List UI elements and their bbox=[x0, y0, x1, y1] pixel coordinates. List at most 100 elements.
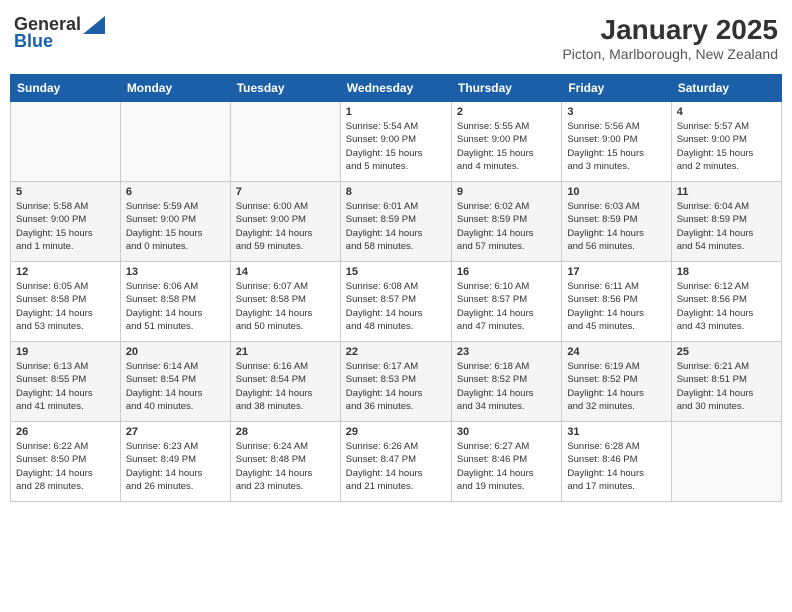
page-header: General Blue January 2025 Picton, Marlbo… bbox=[10, 10, 782, 66]
day-info: Sunrise: 6:04 AMSunset: 8:59 PMDaylight:… bbox=[677, 200, 776, 253]
day-number: 25 bbox=[677, 346, 776, 358]
calendar-day-cell: 18 Sunrise: 6:12 AMSunset: 8:56 PMDayligh… bbox=[671, 262, 781, 342]
day-info: Sunrise: 6:12 AMSunset: 8:56 PMDaylight:… bbox=[677, 280, 776, 333]
calendar-week-row: 1 Sunrise: 5:54 AMSunset: 9:00 PMDaylight… bbox=[11, 102, 782, 182]
day-info: Sunrise: 5:56 AMSunset: 9:00 PMDaylight:… bbox=[567, 120, 665, 173]
calendar-day-cell: 31 Sunrise: 6:28 AMSunset: 8:46 PMDayligh… bbox=[562, 422, 671, 502]
day-info: Sunrise: 6:11 AMSunset: 8:56 PMDaylight:… bbox=[567, 280, 665, 333]
calendar-day-cell: 19Sunrise: 6:13 AMSunset: 8:55 PMDayligh… bbox=[11, 342, 121, 422]
logo-icon bbox=[83, 16, 105, 34]
day-number: 27 bbox=[126, 426, 225, 438]
day-info: Sunrise: 6:26 AMSunset: 8:47 PMDaylight:… bbox=[346, 440, 446, 493]
day-info: Sunrise: 5:55 AMSunset: 9:00 PMDaylight:… bbox=[457, 120, 556, 173]
day-number: 4 bbox=[677, 106, 776, 118]
day-number: 28 bbox=[236, 426, 335, 438]
day-info: Sunrise: 6:16 AMSunset: 8:54 PMDaylight:… bbox=[236, 360, 335, 413]
calendar-day-cell: 17 Sunrise: 6:11 AMSunset: 8:56 PMDayligh… bbox=[562, 262, 671, 342]
day-info: Sunrise: 6:01 AMSunset: 8:59 PMDaylight:… bbox=[346, 200, 446, 253]
calendar-day-cell: 21 Sunrise: 6:16 AMSunset: 8:54 PMDayligh… bbox=[230, 342, 340, 422]
logo-blue: Blue bbox=[14, 31, 53, 52]
day-number: 17 bbox=[567, 266, 665, 278]
day-number: 8 bbox=[346, 186, 446, 198]
calendar-day-cell: 13 Sunrise: 6:06 AMSunset: 8:58 PMDayligh… bbox=[120, 262, 230, 342]
calendar-day-cell: 15 Sunrise: 6:08 AMSunset: 8:57 PMDayligh… bbox=[340, 262, 451, 342]
calendar-header-wednesday: Wednesday bbox=[340, 75, 451, 102]
day-info: Sunrise: 6:02 AMSunset: 8:59 PMDaylight:… bbox=[457, 200, 556, 253]
calendar-day-cell: 9 Sunrise: 6:02 AMSunset: 8:59 PMDaylight… bbox=[451, 182, 561, 262]
calendar-header-monday: Monday bbox=[120, 75, 230, 102]
day-number: 7 bbox=[236, 186, 335, 198]
calendar-day-cell: 30Sunrise: 6:27 AMSunset: 8:46 PMDayligh… bbox=[451, 422, 561, 502]
day-number: 10 bbox=[567, 186, 665, 198]
day-number: 26 bbox=[16, 426, 115, 438]
title-section: January 2025 Picton, Marlborough, New Ze… bbox=[562, 14, 778, 62]
calendar-day-cell: 29 Sunrise: 6:26 AMSunset: 8:47 PMDayligh… bbox=[340, 422, 451, 502]
day-info: Sunrise: 6:00 AMSunset: 9:00 PMDaylight:… bbox=[236, 200, 335, 253]
calendar-day-cell: 20Sunrise: 6:14 AMSunset: 8:54 PMDayligh… bbox=[120, 342, 230, 422]
day-info: Sunrise: 6:08 AMSunset: 8:57 PMDaylight:… bbox=[346, 280, 446, 333]
day-info: Sunrise: 6:07 AMSunset: 8:58 PMDaylight:… bbox=[236, 280, 335, 333]
location-title: Picton, Marlborough, New Zealand bbox=[562, 46, 778, 62]
calendar-day-cell: 24Sunrise: 6:19 AMSunset: 8:52 PMDayligh… bbox=[562, 342, 671, 422]
day-info: Sunrise: 6:28 AMSunset: 8:46 PMDaylight:… bbox=[567, 440, 665, 493]
calendar-day-cell: 8 Sunrise: 6:01 AMSunset: 8:59 PMDaylight… bbox=[340, 182, 451, 262]
calendar-header-thursday: Thursday bbox=[451, 75, 561, 102]
calendar-day-cell: 27 Sunrise: 6:23 AMSunset: 8:49 PMDayligh… bbox=[120, 422, 230, 502]
day-number: 2 bbox=[457, 106, 556, 118]
calendar-day-cell: 14Sunrise: 6:07 AMSunset: 8:58 PMDayligh… bbox=[230, 262, 340, 342]
day-info: Sunrise: 6:24 AMSunset: 8:48 PMDaylight:… bbox=[236, 440, 335, 493]
day-info: Sunrise: 5:58 AMSunset: 9:00 PMDaylight:… bbox=[16, 200, 115, 253]
day-info: Sunrise: 6:10 AMSunset: 8:57 PMDaylight:… bbox=[457, 280, 556, 333]
day-number: 22 bbox=[346, 346, 446, 358]
calendar-day-cell: 10Sunrise: 6:03 AMSunset: 8:59 PMDayligh… bbox=[562, 182, 671, 262]
calendar-day-cell: 23Sunrise: 6:18 AMSunset: 8:52 PMDayligh… bbox=[451, 342, 561, 422]
calendar-day-cell: 4 Sunrise: 5:57 AMSunset: 9:00 PMDaylight… bbox=[671, 102, 781, 182]
day-info: Sunrise: 6:13 AMSunset: 8:55 PMDaylight:… bbox=[16, 360, 115, 413]
day-number: 23 bbox=[457, 346, 556, 358]
calendar-day-cell bbox=[671, 422, 781, 502]
month-title: January 2025 bbox=[562, 14, 778, 46]
day-number: 18 bbox=[677, 266, 776, 278]
calendar-day-cell: 22 Sunrise: 6:17 AMSunset: 8:53 PMDayligh… bbox=[340, 342, 451, 422]
calendar-day-cell: 6 Sunrise: 5:59 AMSunset: 9:00 PMDaylight… bbox=[120, 182, 230, 262]
calendar-day-cell: 2 Sunrise: 5:55 AMSunset: 9:00 PMDaylight… bbox=[451, 102, 561, 182]
day-number: 24 bbox=[567, 346, 665, 358]
day-number: 21 bbox=[236, 346, 335, 358]
day-info: Sunrise: 6:14 AMSunset: 8:54 PMDaylight:… bbox=[126, 360, 225, 413]
calendar-week-row: 26 Sunrise: 6:22 AMSunset: 8:50 PMDayligh… bbox=[11, 422, 782, 502]
day-number: 6 bbox=[126, 186, 225, 198]
calendar-header-row: SundayMondayTuesdayWednesdayThursdayFrid… bbox=[11, 75, 782, 102]
calendar-week-row: 12Sunrise: 6:05 AMSunset: 8:58 PMDayligh… bbox=[11, 262, 782, 342]
day-number: 13 bbox=[126, 266, 225, 278]
day-info: Sunrise: 6:06 AMSunset: 8:58 PMDaylight:… bbox=[126, 280, 225, 333]
calendar-week-row: 19Sunrise: 6:13 AMSunset: 8:55 PMDayligh… bbox=[11, 342, 782, 422]
day-info: Sunrise: 6:23 AMSunset: 8:49 PMDaylight:… bbox=[126, 440, 225, 493]
calendar-day-cell: 5Sunrise: 5:58 AMSunset: 9:00 PMDaylight… bbox=[11, 182, 121, 262]
day-number: 16 bbox=[457, 266, 556, 278]
day-info: Sunrise: 6:17 AMSunset: 8:53 PMDaylight:… bbox=[346, 360, 446, 413]
day-info: Sunrise: 6:22 AMSunset: 8:50 PMDaylight:… bbox=[16, 440, 115, 493]
day-info: Sunrise: 5:59 AMSunset: 9:00 PMDaylight:… bbox=[126, 200, 225, 253]
calendar-day-cell: 25 Sunrise: 6:21 AMSunset: 8:51 PMDayligh… bbox=[671, 342, 781, 422]
day-info: Sunrise: 5:54 AMSunset: 9:00 PMDaylight:… bbox=[346, 120, 446, 173]
day-number: 1 bbox=[346, 106, 446, 118]
calendar-header-saturday: Saturday bbox=[671, 75, 781, 102]
calendar-day-cell: 11Sunrise: 6:04 AMSunset: 8:59 PMDayligh… bbox=[671, 182, 781, 262]
calendar-day-cell: 16 Sunrise: 6:10 AMSunset: 8:57 PMDayligh… bbox=[451, 262, 561, 342]
calendar-day-cell bbox=[230, 102, 340, 182]
calendar-day-cell: 3Sunrise: 5:56 AMSunset: 9:00 PMDaylight… bbox=[562, 102, 671, 182]
logo: General Blue bbox=[14, 14, 105, 52]
calendar-day-cell bbox=[11, 102, 121, 182]
day-number: 12 bbox=[16, 266, 115, 278]
day-number: 31 bbox=[567, 426, 665, 438]
day-info: Sunrise: 5:57 AMSunset: 9:00 PMDaylight:… bbox=[677, 120, 776, 173]
calendar-header-friday: Friday bbox=[562, 75, 671, 102]
calendar-day-cell: 26 Sunrise: 6:22 AMSunset: 8:50 PMDayligh… bbox=[11, 422, 121, 502]
calendar-day-cell bbox=[120, 102, 230, 182]
day-number: 30 bbox=[457, 426, 556, 438]
day-number: 29 bbox=[346, 426, 446, 438]
day-number: 15 bbox=[346, 266, 446, 278]
day-number: 9 bbox=[457, 186, 556, 198]
calendar-day-cell: 7 Sunrise: 6:00 AMSunset: 9:00 PMDaylight… bbox=[230, 182, 340, 262]
day-info: Sunrise: 6:21 AMSunset: 8:51 PMDaylight:… bbox=[677, 360, 776, 413]
